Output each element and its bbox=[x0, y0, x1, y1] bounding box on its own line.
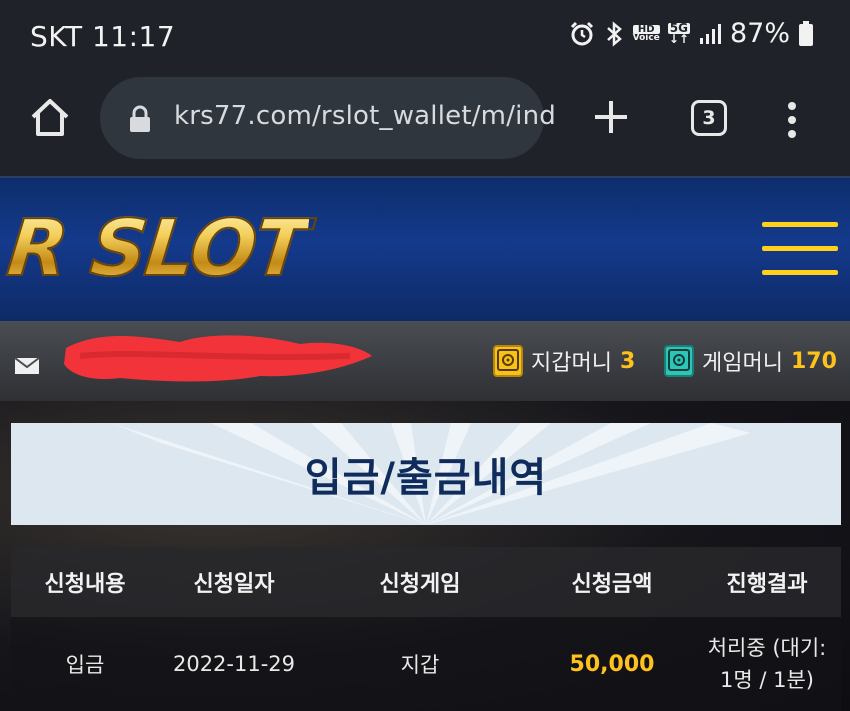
mail-icon[interactable] bbox=[14, 357, 40, 375]
column-header: 신청금액 bbox=[571, 572, 653, 597]
cell-date: 2022-11-29 bbox=[172, 652, 296, 676]
url-text: krs77.com/rslot_wallet/m/ind bbox=[174, 101, 556, 131]
hamburger-line bbox=[762, 246, 838, 251]
alarm-icon bbox=[569, 21, 595, 47]
safe-icon bbox=[664, 345, 694, 377]
home-icon bbox=[31, 99, 69, 136]
address-bar[interactable]: krs77.com/rslot_wallet/m/ind bbox=[100, 77, 556, 159]
site-logo[interactable]: R SLOT bbox=[2, 203, 311, 295]
redacted-username bbox=[64, 335, 372, 382]
page-title-banner: 입금/출금내역 bbox=[11, 423, 841, 525]
cell-result: 처리중 (대기: 1명 / 1분) bbox=[693, 617, 841, 711]
tab-switcher-button[interactable]: 3 bbox=[691, 100, 727, 136]
wallet-money-value: 3 bbox=[619, 348, 636, 374]
safe-icon bbox=[493, 345, 523, 377]
page-title: 입금/출금내역 bbox=[304, 455, 548, 501]
more-menu-button[interactable] bbox=[786, 100, 798, 140]
lock-icon bbox=[130, 105, 150, 132]
game-money-value: 170 bbox=[790, 348, 837, 374]
signal-icon bbox=[698, 22, 722, 46]
home-button[interactable] bbox=[28, 96, 72, 140]
bluetooth-icon bbox=[603, 20, 625, 47]
result-line: 처리중 (대기: bbox=[707, 636, 827, 660]
cell-type: 입금 bbox=[65, 653, 105, 677]
more-vertical-icon bbox=[788, 102, 796, 138]
site-header: R SLOT bbox=[0, 176, 850, 321]
game-money[interactable]: 게임머니 170 bbox=[664, 345, 837, 377]
column-header: 진행결과 bbox=[726, 572, 808, 597]
wallet-money[interactable]: 지갑머니 3 bbox=[493, 345, 635, 377]
wallet-money-label: 지갑머니 bbox=[531, 351, 612, 376]
browser-toolbar: krs77.com/rslot_wallet/m/ind 3 bbox=[0, 72, 850, 176]
status-icons: HD Voice 5G ↓↑ 87% bbox=[569, 18, 814, 49]
plus-icon bbox=[595, 101, 627, 133]
column-header: 신청내용 bbox=[44, 572, 126, 597]
hd-voice-icon: HD Voice bbox=[632, 23, 660, 43]
history-table-header: 신청내용 신청일자 신청게임 신청금액 진행결과 bbox=[11, 547, 841, 617]
column-header: 신청일자 bbox=[193, 572, 275, 597]
cell-amount: 50,000 bbox=[569, 651, 655, 677]
hamburger-line bbox=[762, 222, 838, 227]
game-money-label: 게임머니 bbox=[702, 351, 783, 376]
battery-percent: 87% bbox=[729, 18, 790, 49]
new-tab-button[interactable] bbox=[592, 98, 630, 136]
column-header: 신청게임 bbox=[379, 572, 461, 597]
battery-icon bbox=[798, 20, 814, 47]
cell-game: 지갑 bbox=[400, 653, 440, 677]
carrier-time: SKT 11:17 bbox=[30, 20, 176, 53]
result-line: 1명 / 1분) bbox=[720, 668, 814, 692]
status-bar: SKT 11:17 HD Voice 5G ↓↑ 87% bbox=[0, 0, 850, 72]
table-row: 입금 2022-11-29 지갑 50,000 처리중 (대기: 1명 / 1분… bbox=[11, 617, 841, 711]
5g-icon: 5G ↓↑ bbox=[667, 20, 690, 46]
hamburger-line bbox=[762, 270, 838, 275]
menu-button[interactable] bbox=[762, 222, 838, 282]
